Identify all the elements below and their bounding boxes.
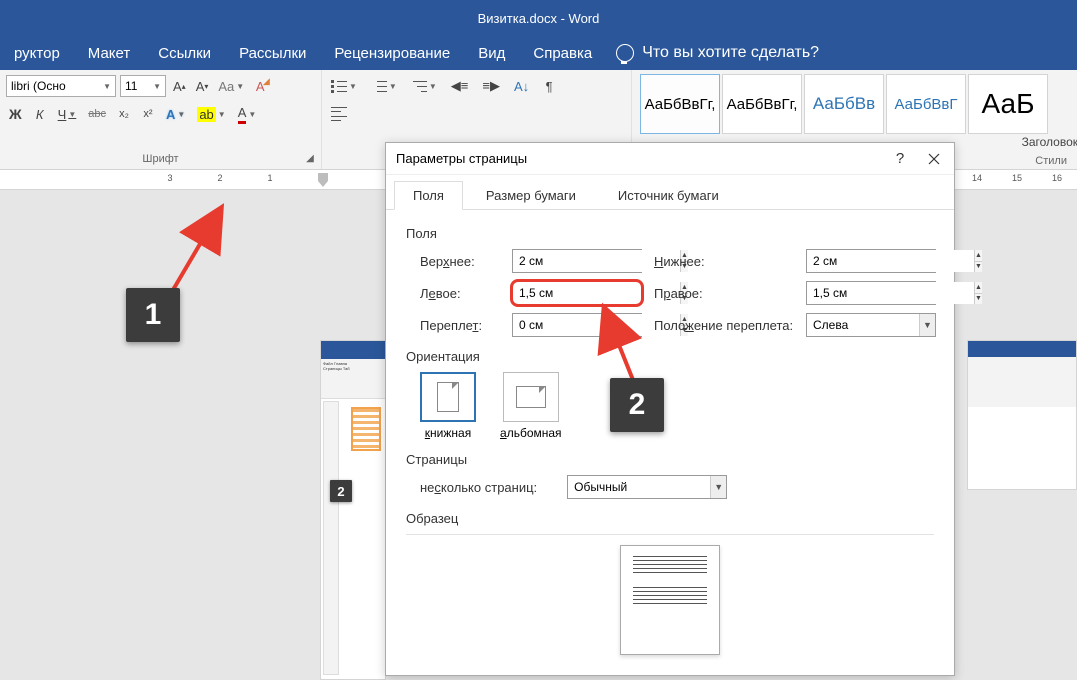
tab-constructor[interactable]: руктор — [0, 36, 74, 70]
section-fields: Поля — [406, 226, 934, 241]
sort-button[interactable]: A↓ — [511, 76, 532, 96]
dialog-title-text: Параметры страницы — [396, 151, 527, 166]
lightbulb-icon — [616, 44, 634, 62]
font-color-button[interactable]: A▼ — [235, 104, 260, 124]
style-heading1[interactable]: АаБбВв — [804, 74, 884, 134]
top-margin-input[interactable]: ▲▼ — [512, 249, 642, 273]
chevron-down-icon: ▼ — [710, 476, 726, 498]
section-orientation: Ориентация — [406, 349, 934, 364]
close-button[interactable] — [924, 149, 944, 169]
page-setup-dialog: Параметры страницы ? Поля Размер бумаги … — [385, 142, 955, 676]
chevron-down-icon: ▼ — [919, 314, 935, 336]
annotation-marker-2: 2 — [610, 378, 664, 432]
tab-review[interactable]: Рецензирование — [320, 36, 464, 70]
title-bar: Визитка.docx - Word — [0, 0, 1077, 36]
orientation-portrait[interactable]: книжная — [420, 372, 476, 440]
annotation-marker-1: 1 — [126, 288, 180, 342]
chevron-down-icon: ▼ — [103, 82, 111, 91]
tell-me-search[interactable]: Что вы хотите сделать? — [616, 44, 819, 62]
label-gutter-pos: Положение переплета: — [654, 318, 794, 333]
underline-button[interactable]: Ч▼ — [55, 104, 80, 124]
label-gutter: Переплет: — [420, 318, 500, 333]
tab-margins[interactable]: Поля — [394, 181, 463, 210]
bold-button[interactable]: Ж — [6, 104, 25, 124]
tab-view[interactable]: Вид — [464, 36, 519, 70]
highlight-button[interactable]: ab▼ — [194, 104, 228, 124]
label-bottom: Нижнее: — [654, 254, 794, 269]
style-normal[interactable]: АаБбВвГг, — [640, 74, 720, 134]
nav-thumbnail-right — [967, 340, 1077, 490]
style-no-spacing[interactable]: АаБбВвГг, — [722, 74, 802, 134]
italic-button[interactable]: К — [31, 104, 49, 124]
styles-group-label: Стили — [1035, 155, 1067, 167]
subscript-button[interactable]: x₂ — [115, 104, 133, 124]
tab-layout[interactable]: Макет — [74, 36, 144, 70]
show-marks-button[interactable]: ¶ — [540, 76, 558, 96]
app-title: Визитка.docx - Word — [478, 11, 600, 26]
font-family-combo[interactable]: libri (Осно ▼ — [6, 75, 116, 97]
dialog-titlebar: Параметры страницы ? — [386, 143, 954, 175]
tab-references[interactable]: Ссылки — [144, 36, 225, 70]
ribbon-tabs: руктор Макет Ссылки Рассылки Рецензирова… — [0, 36, 1077, 70]
thumbnail-marker-2: 2 — [330, 480, 352, 502]
dialog-tabs: Поля Размер бумаги Источник бумаги — [386, 175, 954, 210]
superscript-button[interactable]: x² — [139, 104, 157, 124]
style-title[interactable]: АаБ — [968, 74, 1048, 134]
font-size-combo[interactable]: 11 ▼ — [120, 75, 166, 97]
tab-help[interactable]: Справка — [519, 36, 606, 70]
bottom-margin-input[interactable]: ▲▼ — [806, 249, 936, 273]
font-dialog-launcher[interactable]: ◢ — [303, 153, 317, 167]
sample-preview — [620, 545, 720, 655]
label-right: Правое: — [654, 286, 794, 301]
tell-me-label: Что вы хотите сделать? — [642, 44, 819, 62]
indent-marker[interactable] — [318, 173, 328, 181]
label-left: Левое: — [420, 286, 500, 301]
grow-font-button[interactable]: A▴ — [170, 76, 189, 96]
tab-paper-source[interactable]: Источник бумаги — [599, 181, 738, 209]
label-multipage: несколько страниц: — [420, 480, 537, 495]
section-sample: Образец — [406, 511, 934, 526]
multipage-select[interactable]: Обычный▼ — [567, 475, 727, 499]
change-case-button[interactable]: Aa▼ — [215, 76, 247, 96]
nav-thumbnail-left: Файл ГлавнаСтраницы Таб — [320, 340, 386, 680]
font-size-value: 11 — [125, 79, 137, 93]
close-icon — [928, 153, 940, 165]
right-margin-input[interactable]: ▲▼ — [806, 281, 936, 305]
shrink-font-button[interactable]: A▾ — [193, 76, 212, 96]
align-left-button[interactable] — [328, 104, 350, 124]
bullets-button[interactable]: ▼ — [328, 76, 360, 96]
label-top: Верхнее: — [420, 254, 500, 269]
tab-paper-size[interactable]: Размер бумаги — [467, 181, 595, 209]
orientation-landscape[interactable]: альбомная — [500, 372, 562, 440]
numbering-button[interactable]: ▼ — [368, 76, 400, 96]
tab-mailings[interactable]: Рассылки — [225, 36, 320, 70]
multilevel-button[interactable]: ▼ — [408, 76, 440, 96]
decrease-indent-button[interactable]: ◀≡ — [448, 76, 472, 96]
increase-indent-button[interactable]: ≡▶ — [479, 76, 503, 96]
font-group-label: Шрифт ◢ — [6, 151, 315, 167]
font-family-value: libri (Осно — [11, 79, 66, 93]
section-pages: Страницы — [406, 452, 934, 467]
left-margin-input[interactable]: ▲▼ — [512, 281, 642, 305]
font-group: libri (Осно ▼ 11 ▼ A▴ A▾ Aa▼ A◢ Ж К Ч▼ a… — [0, 70, 322, 169]
strikethrough-button[interactable]: abc — [85, 104, 109, 124]
text-effects-button[interactable]: A▼ — [163, 104, 188, 124]
gutter-input[interactable]: ▲▼ — [512, 313, 642, 337]
style-heading2[interactable]: АаБбВвГ — [886, 74, 966, 134]
clear-formatting-button[interactable]: A◢ — [251, 76, 269, 96]
chevron-down-icon: ▼ — [153, 82, 161, 91]
help-button[interactable]: ? — [890, 149, 910, 169]
gutter-position-select[interactable]: Слева▼ — [806, 313, 936, 337]
